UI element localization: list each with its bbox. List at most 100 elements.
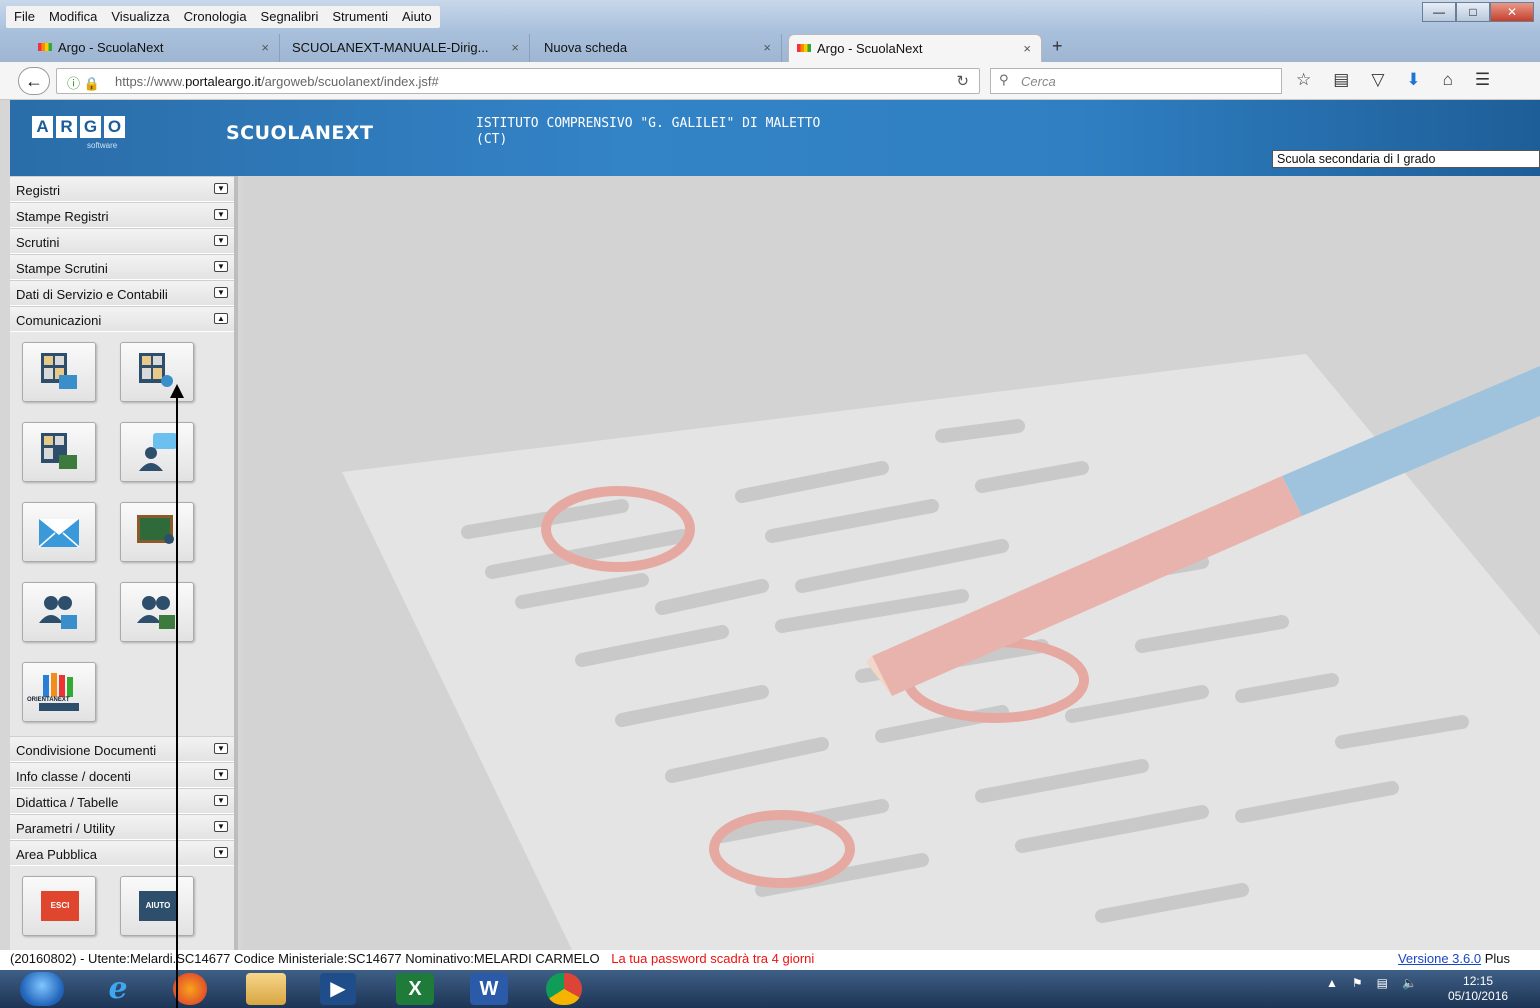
tab-argo-1[interactable]: Argo - ScuolaNext × [30, 34, 280, 62]
sidebar-item-registri[interactable]: Registri ▼ [10, 176, 234, 202]
reload-icon[interactable]: ↻ [956, 72, 969, 90]
help-button[interactable]: AIUTO [120, 876, 194, 936]
sidebar-item-info-classe[interactable]: Info classe / docenti ▼ [10, 762, 234, 788]
bacheca-scuola-button[interactable] [22, 342, 96, 402]
exit-label: ESCI [41, 891, 79, 921]
exit-button[interactable]: ESCI [22, 876, 96, 936]
version-suffix: Plus [1484, 951, 1510, 966]
menu-aiuto[interactable]: Aiuto [402, 9, 432, 25]
pocket-icon[interactable]: ▽ [1371, 70, 1384, 90]
search-icon: ⚲ [999, 72, 1009, 87]
expand-icon[interactable]: ▼ [214, 795, 228, 806]
sidebar-item-comunicazioni[interactable]: Comunicazioni ▲ [10, 306, 234, 332]
users-school-icon [39, 596, 77, 629]
lock-icon: ⓘ 🔒 [67, 76, 100, 91]
back-button[interactable]: ← [18, 67, 50, 95]
flag-icon[interactable]: ⚑ [1352, 976, 1363, 990]
sidebar-item-scrutini[interactable]: Scrutini ▼ [10, 228, 234, 254]
sidebar-item-label: Registri [16, 183, 61, 198]
collapse-icon[interactable]: ▲ [214, 313, 228, 324]
search-input[interactable]: ⚲ Cerca [990, 68, 1282, 94]
tab-manuale[interactable]: SCUOLANEXT-MANUALE-Dirig... × [280, 34, 530, 62]
sidebar-item-label: Scrutini [16, 235, 60, 250]
sidebar-item-stampe-registri[interactable]: Stampe Registri ▼ [10, 202, 234, 228]
window-controls: — □ ✕ [1422, 2, 1534, 22]
menu-segnalibri[interactable]: Segnalibri [261, 9, 319, 25]
download-icon[interactable]: ⬇ [1406, 70, 1420, 90]
menu-file[interactable]: File [14, 9, 35, 25]
lavagna-button[interactable] [120, 502, 194, 562]
sidebar-item-condivisione[interactable]: Condivisione Documenti ▼ [10, 736, 234, 762]
expand-icon[interactable]: ▼ [214, 847, 228, 858]
address-bar[interactable]: ⓘ 🔒 https://www.portaleargo.it/argoweb/s… [56, 68, 980, 94]
email-button[interactable] [22, 502, 96, 562]
menu-cronologia[interactable]: Cronologia [184, 9, 247, 25]
word-icon[interactable]: W [470, 973, 508, 1005]
minimize-button[interactable]: — [1422, 2, 1456, 22]
chrome-icon[interactable] [546, 973, 582, 1005]
logo-letter: R [56, 116, 77, 138]
annotation-arrow-head [170, 384, 184, 398]
sidebar-item-label: Didattica / Tabelle [16, 795, 119, 810]
messaggi-button[interactable] [120, 422, 194, 482]
expand-icon[interactable]: ▼ [214, 235, 228, 246]
system-clock[interactable]: 12:15 05/10/2016 [1448, 974, 1508, 1004]
hamburger-menu-icon[interactable]: ☰ [1475, 70, 1490, 90]
url-path: /argoweb/scuolanext/index.jsf# [260, 74, 439, 89]
toolbar-icons: ☆ ▤ ▽ ⬇ ⌂ ☰ [1296, 70, 1490, 90]
school-level-select[interactable]: Scuola secondaria di I grado [1272, 150, 1540, 168]
url-domain: portaleargo.it [185, 74, 261, 89]
clock-date: 05/10/2016 [1448, 989, 1509, 1003]
tab-label: SCUOLANEXT-MANUALE-Dirig... [292, 40, 489, 55]
expand-icon[interactable]: ▼ [214, 287, 228, 298]
bacheca-classe-button[interactable] [22, 422, 96, 482]
sidebar-item-dati-servizio[interactable]: Dati di Servizio e Contabili ▼ [10, 280, 234, 306]
expand-icon[interactable]: ▼ [214, 769, 228, 780]
sidebar-item-area-pubblica[interactable]: Area Pubblica ▼ [10, 840, 234, 866]
argo-favicon-icon [38, 43, 52, 51]
version-link[interactable]: Versione 3.6.0 [1398, 951, 1481, 966]
expand-icon[interactable]: ▼ [214, 183, 228, 194]
windows-start-icon[interactable] [20, 972, 64, 1006]
new-tab-button[interactable]: + [1052, 36, 1063, 57]
volume-icon[interactable]: 🔈 [1402, 976, 1417, 990]
ricevimento-scuola-button[interactable] [22, 582, 96, 642]
home-icon[interactable]: ⌂ [1443, 70, 1453, 90]
ricevimento-classe-button[interactable] [120, 582, 194, 642]
expand-icon[interactable]: ▼ [214, 821, 228, 832]
argo-logo: A R G O [32, 116, 125, 138]
tray-expand-icon[interactable]: ▲ [1326, 976, 1338, 990]
expand-icon[interactable]: ▼ [214, 209, 228, 220]
tab-close-icon[interactable]: × [261, 40, 269, 55]
blackboard-teacher-icon [137, 515, 174, 544]
menu-visualizza[interactable]: Visualizza [111, 9, 169, 25]
version-info: Versione 3.6.0 Plus [1398, 951, 1510, 966]
close-window-button[interactable]: ✕ [1490, 2, 1534, 22]
internet-explorer-icon[interactable]: e [98, 973, 138, 1005]
firefox-icon[interactable] [173, 973, 207, 1005]
expand-icon[interactable]: ▼ [214, 261, 228, 272]
logo-letter: A [32, 116, 53, 138]
sidebar-item-parametri[interactable]: Parametri / Utility ▼ [10, 814, 234, 840]
logo-letter: G [80, 116, 101, 138]
sidebar-item-stampe-scrutini[interactable]: Stampe Scrutini ▼ [10, 254, 234, 280]
sidebar-item-didattica[interactable]: Didattica / Tabelle ▼ [10, 788, 234, 814]
network-icon[interactable]: ▤ [1377, 976, 1388, 990]
menu-strumenti[interactable]: Strumenti [332, 9, 388, 25]
excel-icon[interactable]: X [396, 973, 434, 1005]
expand-icon[interactable]: ▼ [214, 743, 228, 754]
tab-close-icon[interactable]: × [1023, 41, 1031, 56]
tab-nuova-scheda[interactable]: Nuova scheda × [532, 34, 782, 62]
tab-argo-active[interactable]: Argo - ScuolaNext × [788, 34, 1042, 62]
windows-taskbar: e ▶ X W ▲ ⚑ ▤ 🔈 12:15 05/10/2016 [0, 970, 1540, 1008]
menu-modifica[interactable]: Modifica [49, 9, 97, 25]
orientanext-button[interactable]: ORIENTANEXT [22, 662, 96, 722]
tab-close-icon[interactable]: × [511, 40, 519, 55]
tab-close-icon[interactable]: × [763, 40, 771, 55]
bookmark-star-icon[interactable]: ☆ [1296, 70, 1311, 90]
media-player-icon[interactable]: ▶ [320, 973, 356, 1005]
tab-label: Argo - ScuolaNext [817, 41, 923, 56]
file-explorer-icon[interactable] [246, 973, 286, 1005]
reading-list-icon[interactable]: ▤ [1333, 70, 1349, 90]
maximize-button[interactable]: □ [1456, 2, 1490, 22]
